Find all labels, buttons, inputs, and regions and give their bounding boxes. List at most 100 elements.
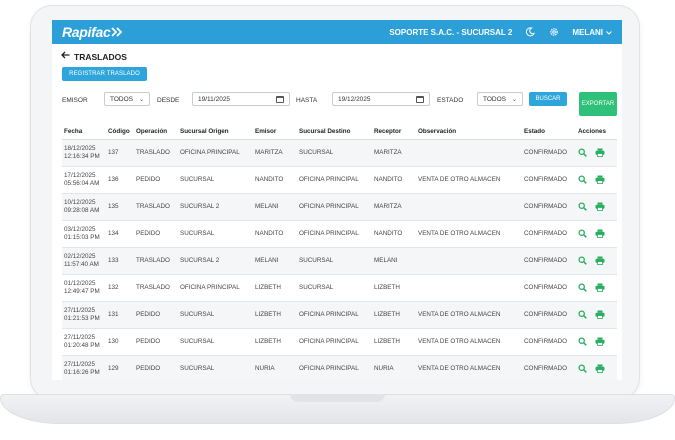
cell-estado: CONFIRMADO xyxy=(522,247,576,275)
column-header[interactable]: Código xyxy=(106,124,134,140)
cell-fecha: 03/12/2025 01:15:03 PM xyxy=(62,220,106,248)
row-date: 17/12/2025 xyxy=(64,171,96,179)
cell-obs xyxy=(416,274,522,302)
print-icon[interactable] xyxy=(595,283,605,292)
cell-actions xyxy=(576,139,617,167)
gear-icon[interactable] xyxy=(548,26,560,38)
search-icon[interactable] xyxy=(578,229,587,238)
print-icon[interactable] xyxy=(595,202,605,211)
search-icon[interactable] xyxy=(578,337,587,346)
cell-receptor: MARITZA xyxy=(372,193,416,221)
table-row[interactable]: 27/11/2025 01:16:26 PM 129 PEDIDO SUCURSAL NU… xyxy=(62,355,617,380)
table-row[interactable]: 27/11/2025 01:21:53 PM 131 PEDIDO SUCURSAL LI… xyxy=(62,301,617,329)
table-row[interactable]: 02/12/2025 11:57:40 AM 133 TRASLADO SUCURSAL… xyxy=(62,247,617,275)
cell-actions xyxy=(576,193,617,221)
register-transfer-button[interactable]: REGISTRAR TRASLADO xyxy=(62,67,147,81)
cell-dest: OFICINA PRINCIPAL xyxy=(297,355,372,380)
column-header[interactable]: Fecha xyxy=(62,124,106,140)
cell-receptor: NURIA xyxy=(372,355,416,380)
hasta-date-value: 19/12/2025 xyxy=(338,95,371,103)
cell-estado: CONFIRMADO xyxy=(522,139,576,167)
row-date: 01/12/2025 xyxy=(64,279,96,287)
cell-receptor: LIZBETH xyxy=(372,301,416,329)
hasta-label: HASTA xyxy=(296,97,318,104)
cell-emisor: LIZBETH xyxy=(253,274,297,302)
cell-dest: OFICINA PRINCIPAL xyxy=(297,328,372,356)
table-row[interactable]: 18/12/2025 12:16:34 PM 137 TRASLADO OFICINA … xyxy=(62,139,617,167)
row-time: 01:21:53 PM xyxy=(64,314,100,322)
table-row[interactable]: 10/12/2025 09:28:08 AM 135 TRASLADO SUCURSAL… xyxy=(62,193,617,221)
moon-icon[interactable] xyxy=(524,26,536,38)
cell-receptor: MELANI xyxy=(372,247,416,275)
row-time: 01:16:26 PM xyxy=(64,368,100,376)
cell-op: PEDIDO xyxy=(134,355,178,380)
calendar-icon[interactable] xyxy=(276,95,284,103)
table-row[interactable]: 27/11/2025 01:20:48 PM 130 PEDIDO SUCURSAL LI… xyxy=(62,328,617,356)
search-icon[interactable] xyxy=(578,364,587,373)
column-header[interactable]: Sucursal Origen xyxy=(178,124,253,140)
print-icon[interactable] xyxy=(595,364,605,373)
print-icon[interactable] xyxy=(595,148,605,157)
row-date: 18/12/2025 xyxy=(64,144,96,152)
estado-select-value: TODOS xyxy=(483,95,506,103)
cell-op: TRASLADO xyxy=(134,247,178,275)
search-icon[interactable] xyxy=(578,175,587,184)
search-button[interactable]: BUSCAR xyxy=(529,92,567,106)
cell-actions xyxy=(576,274,617,302)
brand-logo[interactable]: Rapifac xyxy=(62,24,123,40)
cell-receptor: NANDITO xyxy=(372,220,416,248)
cell-emisor: LIZBETH xyxy=(253,328,297,356)
table-row[interactable]: 17/12/2025 05:56:04 AM 136 PEDIDO SUCURSAL NA… xyxy=(62,166,617,194)
cell-dest: SUCURSAL xyxy=(297,139,372,167)
print-icon[interactable] xyxy=(595,256,605,265)
print-icon[interactable] xyxy=(595,229,605,238)
print-icon[interactable] xyxy=(595,310,605,319)
column-header[interactable]: Operación xyxy=(134,124,178,140)
search-icon[interactable] xyxy=(578,283,587,292)
company-name[interactable]: SOPORTE S.A.C. - SUCURSAL 2 xyxy=(389,28,512,37)
cell-op: TRASLADO xyxy=(134,274,178,302)
row-time: 12:49:47 PM xyxy=(64,287,100,295)
row-date: 27/11/2025 xyxy=(64,306,96,314)
search-icon[interactable] xyxy=(578,148,587,157)
cell-emisor: NANDITO xyxy=(253,166,297,194)
cell-emisor: LIZBETH xyxy=(253,301,297,329)
cell-code: 132 xyxy=(106,274,134,302)
cell-fecha: 18/12/2025 12:16:34 PM xyxy=(62,139,106,167)
cell-obs: VENTA DE OTRO ALMACEN xyxy=(416,355,522,380)
desde-date-input[interactable]: 19/11/2025 xyxy=(192,92,290,106)
column-header[interactable]: Emisor xyxy=(253,124,297,140)
print-icon[interactable] xyxy=(595,175,605,184)
row-time: 05:56:04 AM xyxy=(64,179,100,187)
table-row[interactable]: 03/12/2025 01:15:03 PM 134 PEDIDO SUCURSAL NA… xyxy=(62,220,617,248)
estado-select[interactable]: TODOS ⌄ xyxy=(477,92,523,106)
cell-op: TRASLADO xyxy=(134,139,178,167)
search-icon[interactable] xyxy=(578,256,587,265)
search-icon[interactable] xyxy=(578,202,587,211)
emisor-select-value: TODOS xyxy=(110,95,133,103)
hasta-date-input[interactable]: 19/12/2025 xyxy=(332,92,430,106)
print-icon[interactable] xyxy=(595,337,605,346)
cell-dest: OFICINA PRINCIPAL xyxy=(297,220,372,248)
cell-actions xyxy=(576,301,617,329)
user-menu[interactable]: MELANI xyxy=(572,28,612,37)
column-header[interactable]: Estado xyxy=(522,124,576,140)
column-header[interactable]: Sucursal Destino xyxy=(297,124,372,140)
emisor-select[interactable]: TODOS ⌄ xyxy=(104,92,150,106)
search-icon[interactable] xyxy=(578,310,587,319)
row-date: 10/12/2025 xyxy=(64,198,96,206)
cell-fecha: 10/12/2025 09:28:08 AM xyxy=(62,193,106,221)
cell-dest: OFICINA PRINCIPAL xyxy=(297,193,372,221)
cell-estado: CONFIRMADO xyxy=(522,220,576,248)
table-row[interactable]: 01/12/2025 12:49:47 PM 132 TRASLADO OFICINA … xyxy=(62,274,617,302)
export-button[interactable]: EXPORTAR xyxy=(579,92,617,116)
cell-origin: SUCURSAL 2 xyxy=(178,247,253,275)
cell-estado: CONFIRMADO xyxy=(522,274,576,302)
cell-code: 137 xyxy=(106,139,134,167)
column-header[interactable]: Observación xyxy=(416,124,522,140)
calendar-icon[interactable] xyxy=(416,95,424,103)
back-arrow-icon[interactable] xyxy=(61,51,70,62)
row-date: 27/11/2025 xyxy=(64,333,96,341)
cell-receptor: LIZBETH xyxy=(372,274,416,302)
column-header[interactable]: Receptor xyxy=(372,124,416,140)
